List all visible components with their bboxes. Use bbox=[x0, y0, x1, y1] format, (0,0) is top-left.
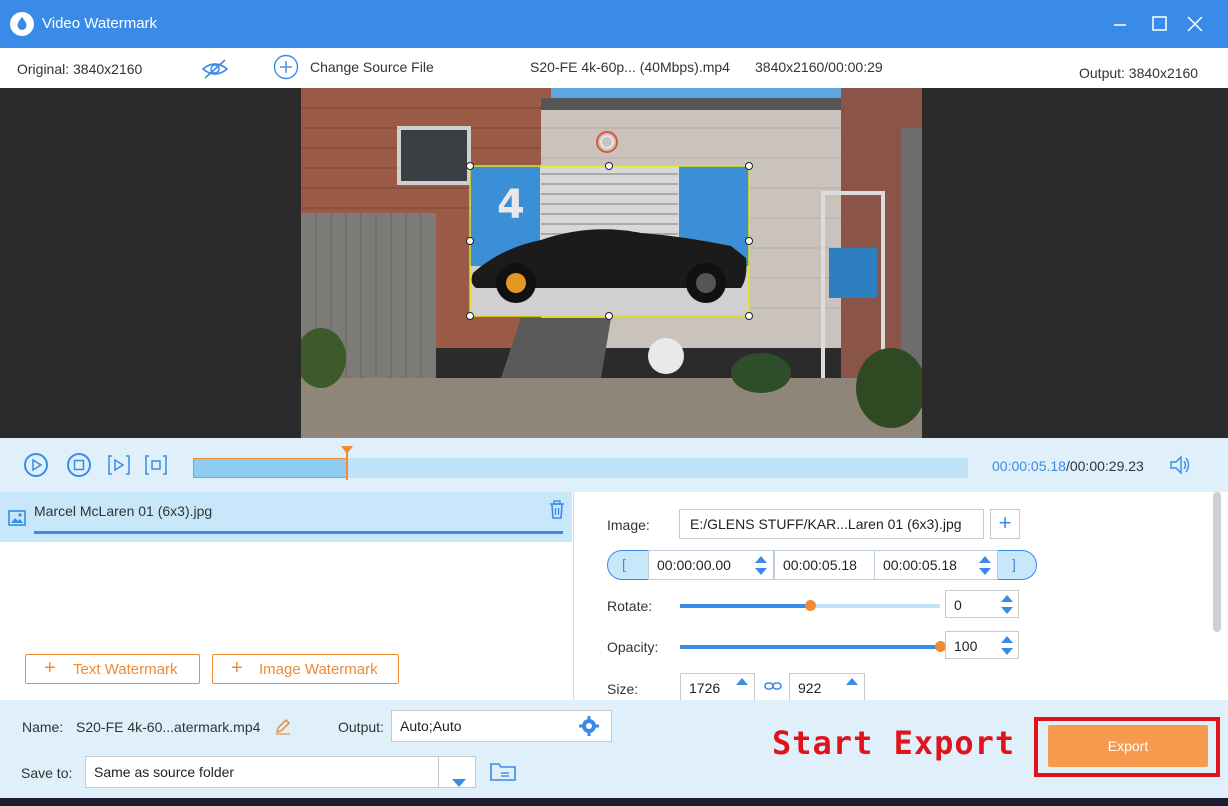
current-time: 00:00:05.18 bbox=[992, 458, 1066, 474]
export-button[interactable]: Export bbox=[1048, 725, 1208, 767]
image-path-field[interactable]: E:/GLENS STUFF/KAR...Laren 01 (6x3).jpg bbox=[679, 509, 984, 539]
opacity-slider-fill bbox=[680, 645, 940, 649]
link-icon[interactable] bbox=[764, 679, 782, 696]
image-watermark-label: Image Watermark bbox=[259, 661, 378, 678]
rotate-slider[interactable] bbox=[680, 600, 940, 611]
spin-down-icon[interactable] bbox=[1001, 648, 1013, 655]
output-name-value: S20-FE 4k-60...atermark.mp4 bbox=[76, 719, 261, 735]
rotate-label: Rotate: bbox=[607, 598, 653, 614]
add-image-watermark-button[interactable]: + Image Watermark bbox=[212, 654, 399, 684]
app-logo-icon bbox=[10, 12, 34, 36]
size-width-value: 1726 bbox=[689, 680, 721, 696]
spin-up-icon[interactable] bbox=[755, 556, 767, 563]
play-icon[interactable] bbox=[24, 453, 48, 477]
info-bar: Original: 3840x2160 Change Source File S… bbox=[0, 48, 1228, 88]
text-watermark-label: Text Watermark bbox=[73, 661, 178, 678]
output-format-value: Auto;Auto bbox=[400, 718, 462, 734]
end-time-field[interactable]: 00:00:05.18 bbox=[874, 550, 998, 580]
spin-up-icon[interactable] bbox=[736, 678, 748, 685]
end-time-value: 00:00:05.18 bbox=[883, 557, 957, 573]
change-source-button[interactable]: Change Source File bbox=[310, 59, 434, 75]
dropdown-divider bbox=[438, 756, 439, 788]
total-time: /00:00:29.23 bbox=[1065, 458, 1144, 474]
taskbar-strip bbox=[0, 798, 1228, 806]
playhead-marker[interactable] bbox=[341, 446, 353, 480]
save-to-value: Same as source folder bbox=[94, 764, 235, 780]
size-height-value: 922 bbox=[798, 680, 822, 696]
next-frame-icon[interactable] bbox=[107, 453, 131, 477]
output-bar: Name: S20-FE 4k-60...atermark.mp4 Output… bbox=[0, 700, 1228, 798]
output-resolution: Output: 3840x2160 bbox=[1079, 65, 1199, 81]
folder-icon[interactable] bbox=[489, 759, 517, 786]
image-icon bbox=[8, 510, 26, 529]
gear-icon[interactable] bbox=[578, 715, 600, 740]
close-icon[interactable] bbox=[1182, 11, 1208, 37]
start-time-field[interactable]: 00:00:00.00 bbox=[648, 550, 774, 580]
source-file-info: 3840x2160/00:00:29 bbox=[755, 59, 883, 75]
playback-bar: 00:00:05.18/00:00:29.23 bbox=[0, 438, 1228, 492]
source-file-name: S20-FE 4k-60p... (40Mbps).mp4 bbox=[530, 59, 730, 75]
duration-field[interactable]: 00:00:05.18 bbox=[774, 550, 875, 580]
maximize-icon[interactable] bbox=[1146, 11, 1172, 37]
spin-down-icon[interactable] bbox=[979, 568, 991, 575]
rotate-value: 0 bbox=[954, 597, 962, 613]
image-label: Image: bbox=[607, 517, 650, 533]
spin-down-icon[interactable] bbox=[755, 568, 767, 575]
spin-up-icon[interactable] bbox=[846, 678, 858, 685]
rotate-slider-thumb[interactable] bbox=[805, 600, 816, 611]
timeline-track[interactable] bbox=[193, 446, 968, 480]
save-to-label: Save to: bbox=[21, 765, 73, 781]
watermark-properties-panel: Image: E:/GLENS STUFF/KAR...Laren 01 (6x… bbox=[573, 492, 1228, 701]
title-bar: Video Watermark bbox=[0, 0, 1228, 48]
spin-up-icon[interactable] bbox=[1001, 595, 1013, 602]
properties-scrollbar[interactable] bbox=[1213, 492, 1221, 632]
original-resolution: Original: 3840x2160 bbox=[17, 61, 143, 77]
watermark-number: 4 bbox=[497, 182, 525, 228]
add-text-watermark-button[interactable]: + Text Watermark bbox=[25, 654, 200, 684]
eye-hide-icon[interactable] bbox=[200, 57, 230, 84]
add-circle-icon[interactable] bbox=[273, 54, 299, 83]
opacity-slider[interactable] bbox=[680, 641, 946, 652]
opacity-value: 100 bbox=[954, 638, 978, 654]
video-frame: 4 bbox=[301, 88, 922, 438]
watermark-item-name: Marcel McLaren 01 (6x3).jpg bbox=[34, 503, 213, 519]
list-item[interactable]: Marcel McLaren 01 (6x3).jpg bbox=[0, 492, 572, 542]
trash-icon[interactable] bbox=[548, 500, 566, 523]
duration-value: 00:00:05.18 bbox=[783, 557, 857, 573]
stop-icon[interactable] bbox=[67, 453, 91, 477]
edit-pencil-icon[interactable] bbox=[274, 717, 292, 738]
name-label: Name: bbox=[22, 719, 64, 735]
plus-icon: + bbox=[44, 657, 56, 679]
snapshot-icon[interactable] bbox=[144, 453, 168, 477]
opacity-label: Opacity: bbox=[607, 639, 659, 655]
time-readout: 00:00:05.18/00:00:29.23 bbox=[992, 458, 1144, 474]
time-range-control: [ 00:00:00.00 00:00:05.18 00:00:05.18 ] bbox=[607, 550, 1037, 580]
plus-icon: + bbox=[231, 657, 243, 679]
start-time-value: 00:00:00.00 bbox=[657, 557, 731, 573]
size-height-input[interactable]: 922 bbox=[789, 673, 865, 701]
rotate-slider-fill bbox=[680, 604, 810, 608]
spin-up-icon[interactable] bbox=[979, 556, 991, 563]
video-preview[interactable]: 4 bbox=[0, 88, 1228, 438]
spin-down-icon[interactable] bbox=[1001, 607, 1013, 614]
minimize-icon[interactable] bbox=[1107, 11, 1133, 37]
watermark-list-panel: Marcel McLaren 01 (6x3).jpg + Text Water… bbox=[0, 492, 572, 700]
start-export-annotation: Start Export bbox=[772, 724, 1016, 762]
save-to-dropdown[interactable]: Same as source folder bbox=[85, 756, 476, 788]
volume-icon[interactable] bbox=[1168, 454, 1192, 479]
window-title: Video Watermark bbox=[42, 15, 158, 32]
opacity-input[interactable]: 100 bbox=[945, 631, 1019, 659]
rotate-input[interactable]: 0 bbox=[945, 590, 1019, 618]
output-label: Output: bbox=[338, 719, 384, 735]
chevron-down-icon[interactable] bbox=[452, 768, 466, 798]
size-label: Size: bbox=[607, 681, 639, 697]
add-image-button[interactable]: + bbox=[990, 509, 1020, 539]
spin-up-icon[interactable] bbox=[1001, 636, 1013, 643]
size-width-input[interactable]: 1726 bbox=[680, 673, 755, 701]
set-end-bracket-icon[interactable]: ] bbox=[1012, 556, 1016, 572]
watermark-item-underline bbox=[34, 531, 563, 534]
timeline-selection[interactable] bbox=[193, 458, 348, 478]
set-start-bracket-icon[interactable]: [ bbox=[622, 556, 626, 572]
